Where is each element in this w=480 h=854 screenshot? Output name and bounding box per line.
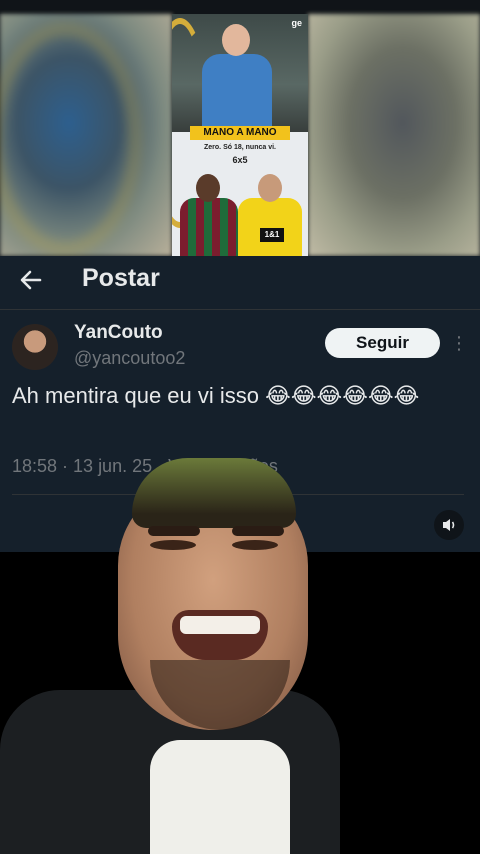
tweet-text: Ah mentira que eu vi isso 😂😂😂😂😂😂 [12,383,420,408]
hair [132,458,296,528]
post-header: Postar [0,256,480,310]
sponsor-tag: 1&1 [260,228,284,242]
streamer-camera-overlay [0,440,340,854]
thumbnail-banner: MANO A MANO [190,126,290,140]
thumbnail-subtitle: Zero. Só 18, nunca vi. [204,144,276,151]
avatar[interactable] [12,324,58,370]
thumbnail-score: 6x5 [232,155,248,165]
page-title: Postar [82,264,160,292]
eyebrow-left [148,526,200,536]
thumbnail-player-left [180,174,238,256]
eye-left [150,540,196,550]
thumbnail-player-right: 1&1 [238,174,302,256]
thumbnail-presenter [198,24,276,134]
mouth [172,610,268,660]
tshirt [150,740,290,854]
vertical-dots-icon[interactable]: ⋮ [450,330,468,356]
speaker-icon[interactable] [434,510,464,540]
video-frame[interactable]: ge MANO A MANO Zero. Só 18, nunca vi. 6x… [0,0,480,256]
arrow-left-icon[interactable] [18,267,44,293]
top-bar [0,0,480,14]
blurred-background-right [308,14,480,256]
channel-logo: ge [291,18,302,28]
follow-button[interactable]: Seguir [325,328,440,358]
author-handle[interactable]: @yancoutoo2 [74,348,185,369]
blurred-background-left [0,14,172,256]
eye-right [232,540,278,550]
author-name[interactable]: YanCouto [74,322,163,344]
eyebrow-right [232,526,284,536]
video-thumbnail: ge MANO A MANO Zero. Só 18, nunca vi. 6x… [172,14,308,256]
